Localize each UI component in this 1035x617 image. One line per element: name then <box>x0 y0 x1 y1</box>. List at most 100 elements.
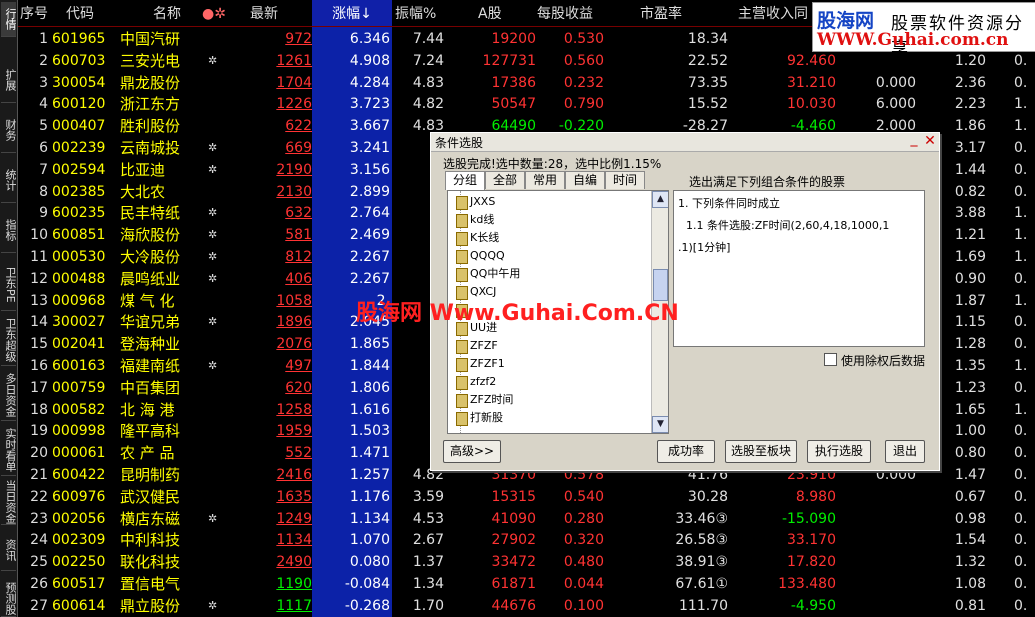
advanced-button[interactable]: 高级>> <box>443 440 501 463</box>
a-shares: 19200 <box>491 31 536 47</box>
formula-icon <box>456 250 468 264</box>
extra-col-2: 1.32 <box>954 554 986 571</box>
latest-price: 1704 <box>276 74 312 91</box>
extra-col-3: 0. <box>1014 270 1028 287</box>
latest-price: 1959 <box>276 423 312 440</box>
stock-name: 晨鸣纸业 <box>120 269 181 288</box>
stock-code: 002309 <box>52 532 106 549</box>
scroll-down-icon[interactable]: ▼ <box>652 416 668 433</box>
change-pct: 3.156 <box>349 161 390 178</box>
success-rate-button[interactable]: 成功率 <box>657 440 715 463</box>
close-icon[interactable]: ✕ <box>923 134 937 148</box>
col-header-change-pct[interactable]: 涨幅↓ <box>312 0 392 28</box>
revenue-growth: 133.480 <box>778 576 836 592</box>
tab-custom[interactable]: 自编 <box>565 171 605 189</box>
col-header-eps[interactable]: 每股收益 <box>537 0 617 28</box>
formula-label: kd线 <box>470 213 495 226</box>
extra-col-1 <box>844 551 916 573</box>
left-tab[interactable]: 统计 <box>1 158 16 203</box>
latest-price: 1134 <box>276 532 312 549</box>
change-pct: -0.268 <box>344 597 390 614</box>
stock-name: 中利科技 <box>120 531 181 550</box>
extra-col-2: 0.82 <box>954 183 986 200</box>
table-row[interactable]: 27 600614 鼎立股份 ✲ 1117 -0.268 1.70 44676 0.100 111… <box>18 595 1035 617</box>
stock-code: 002041 <box>52 336 106 353</box>
exit-button[interactable]: 退出 <box>885 440 925 463</box>
latest-price: 812 <box>285 249 312 265</box>
left-tab[interactable]: 当日资金 <box>1 480 16 525</box>
tab-all[interactable]: 全部 <box>485 171 525 189</box>
execute-selection-button[interactable]: 执行选股 <box>807 440 871 463</box>
row-index: 5 <box>39 118 48 135</box>
left-tab[interactable]: 指标 <box>1 208 16 253</box>
tab-common[interactable]: 常用 <box>525 171 565 189</box>
col-header-index[interactable]: 序号 <box>20 0 60 28</box>
stock-code: 000968 <box>52 292 106 309</box>
table-row[interactable]: 4 600120 浙江东方 1226 3.723 4.82 50547 0.790 15.52 1… <box>18 93 1035 115</box>
left-tab[interactable]: 预测股 <box>1 580 16 617</box>
left-tab[interactable]: 行情 <box>1 2 16 37</box>
stock-code: 000759 <box>52 379 106 396</box>
tab-time[interactable]: 时间 <box>605 171 645 189</box>
table-row[interactable]: 26 600517 置信电气 1190 -0.084 1.34 61871 0.044 67.6… <box>18 573 1035 595</box>
conditions-box[interactable]: 1. 下列条件同时成立 1.1 条件选股:ZF时间(2,60,4,18,1000… <box>673 190 925 347</box>
scroll-up-icon[interactable]: ▲ <box>652 191 668 208</box>
extra-col-1 <box>844 529 916 551</box>
stock-code: 002385 <box>52 183 106 200</box>
table-row[interactable]: 23 002056 横店东磁 ✲ 1249 1.134 4.53 41090 0.280 33.4… <box>18 508 1035 530</box>
left-tab[interactable]: 多日资金 <box>1 370 16 421</box>
left-tab[interactable]: 资讯 <box>1 530 16 571</box>
tab-group[interactable]: 分组 <box>445 171 485 190</box>
latest-price: 1896 <box>276 314 312 331</box>
extra-col-2: 1.08 <box>954 576 986 592</box>
left-tab[interactable]: 扩展 <box>1 58 16 103</box>
left-tab[interactable]: 财务 <box>1 108 16 153</box>
formula-list-item[interactable]: QQ中午用 <box>456 265 520 283</box>
select-to-block-button[interactable]: 选股至板块 <box>725 440 797 463</box>
table-row[interactable]: 24 002309 中利科技 1134 1.070 2.67 27902 0.320 26.58… <box>18 529 1035 551</box>
logo-url: WWW.Guhai.com.cn <box>817 30 1009 50</box>
latest-price: 1249 <box>276 510 312 527</box>
flag-icon <box>208 486 228 508</box>
table-row[interactable]: 3 300054 鼎龙股份 1704 4.284 4.83 17386 0.232 73.35 3… <box>18 72 1035 94</box>
stock-name: 浙江东方 <box>120 95 181 114</box>
left-tab[interactable]: 卫东PE <box>1 260 16 311</box>
table-row[interactable]: 22 600976 武汉健民 1635 1.176 3.59 15315 0.540 30.28… <box>18 486 1035 508</box>
col-header-amplitude[interactable]: 振幅% <box>395 0 455 28</box>
latest-price: 1058 <box>276 292 312 309</box>
formula-list-item[interactable]: QQQQ <box>456 247 505 265</box>
latest-price: 620 <box>285 379 312 396</box>
formula-list-item[interactable]: ZFZ时间 <box>456 391 513 409</box>
stock-name: 华谊兄弟 <box>120 313 181 332</box>
table-row[interactable]: 2 600703 三安光电 ✲ 1261 4.908 7.24 127731 0.560 22.5… <box>18 50 1035 72</box>
formula-icon <box>456 340 468 354</box>
minimize-icon[interactable]: _ <box>907 132 921 148</box>
a-shares: 15315 <box>491 488 536 505</box>
formula-list-item[interactable]: kd线 <box>456 211 495 229</box>
stock-code: 000488 <box>52 270 106 287</box>
formula-list-item[interactable]: ZFZF <box>456 337 498 355</box>
stock-code: 600422 <box>52 467 106 483</box>
left-tab[interactable]: 实时看单 <box>1 425 16 476</box>
left-tab[interactable]: 卫东超级 <box>1 315 16 366</box>
col-header-ashare[interactable]: A股 <box>478 0 528 28</box>
col-header-marks[interactable]: ●✲ <box>202 0 232 28</box>
stock-name: 比亚迪 <box>120 160 166 179</box>
change-pct: 2.764 <box>349 205 390 222</box>
change-pct: 1.844 <box>349 358 390 374</box>
formula-list-item[interactable]: K长线 <box>456 229 499 247</box>
exright-checkbox[interactable] <box>824 353 837 366</box>
table-row[interactable]: 25 002250 联化科技 2490 0.080 1.37 33472 0.480 38.91… <box>18 551 1035 573</box>
row-index: 21 <box>30 467 48 483</box>
formula-list-item[interactable]: ZFZF1 <box>456 355 505 373</box>
flag-icon <box>208 115 228 137</box>
col-header-code[interactable]: 代码 <box>66 0 126 28</box>
formula-label: QQQQ <box>470 249 505 262</box>
col-header-pe[interactable]: 市盈率 <box>640 0 700 28</box>
col-header-latest[interactable]: 最新 <box>250 0 310 28</box>
stock-code: 300054 <box>52 74 106 91</box>
formula-list-item[interactable]: zfzf2 <box>456 373 496 391</box>
formula-list-item[interactable]: JXXS <box>456 193 495 211</box>
formula-list-item[interactable]: 打新股 <box>456 409 503 427</box>
dialog-titlebar[interactable]: 条件选股 _ ✕ <box>431 132 939 152</box>
